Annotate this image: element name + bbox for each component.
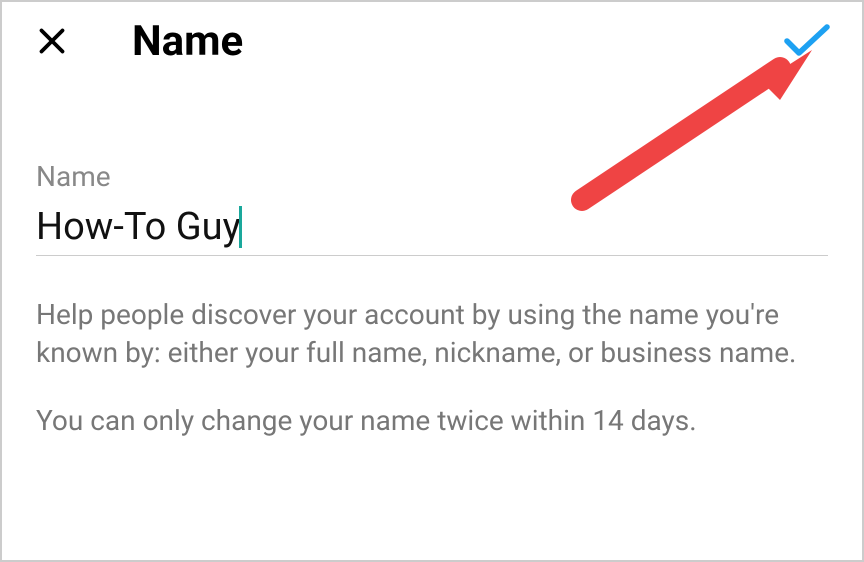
name-input-value: How-To Guy [36,205,241,249]
close-button[interactable] [32,21,72,61]
confirm-button[interactable] [782,16,832,66]
text-cursor [239,206,242,248]
page-title: Name [132,17,243,66]
name-input[interactable]: How-To Guy [36,205,828,249]
name-input-wrapper[interactable]: How-To Guy [36,205,828,256]
help-paragraph-2: You can only change your name twice with… [36,402,828,440]
content: Name How-To Guy Help people discover you… [2,80,862,439]
checkmark-icon [783,23,831,59]
name-field-label: Name [36,160,828,193]
close-icon [34,23,70,59]
header: Name [2,2,862,80]
help-paragraph-1: Help people discover your account by usi… [36,296,828,372]
help-text: Help people discover your account by usi… [36,296,828,439]
